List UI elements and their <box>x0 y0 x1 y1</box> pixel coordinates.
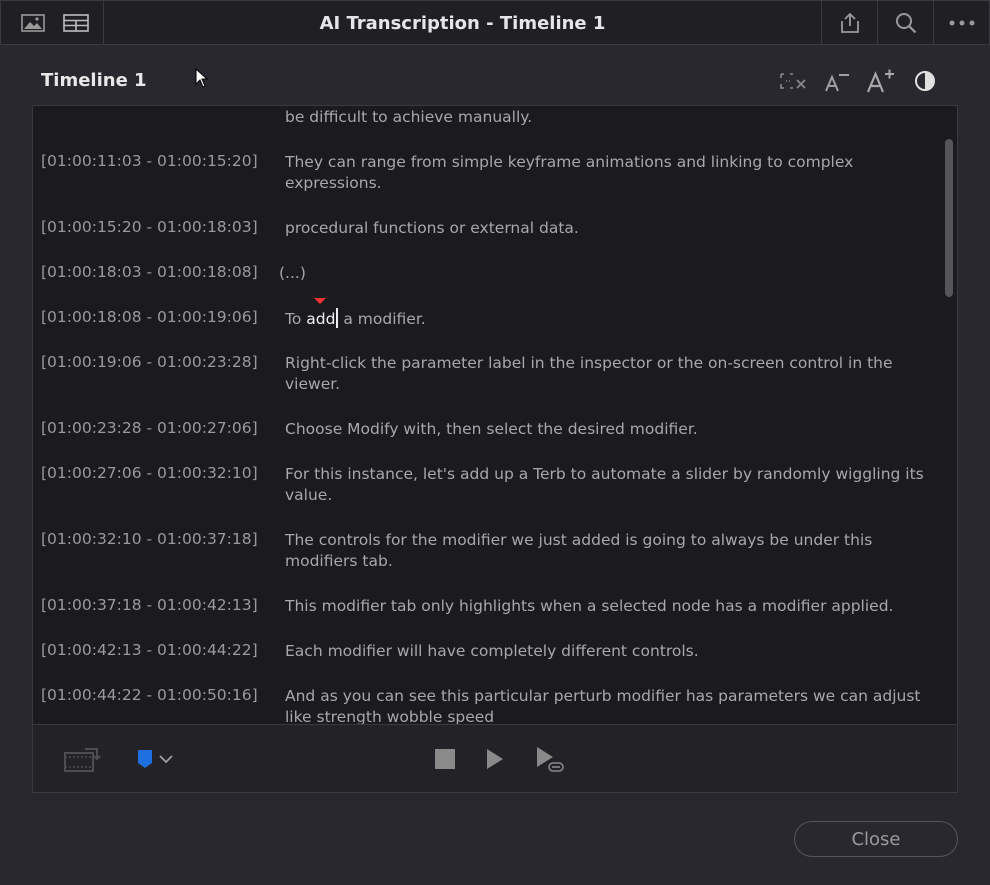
transcript-text[interactable]: (...) <box>279 263 927 284</box>
timecode: [01:00:19:06 - 01:00:23:28] <box>41 353 258 371</box>
playhead-marker-icon <box>314 298 327 304</box>
export-icon[interactable] <box>821 1 877 45</box>
more-options-icon[interactable] <box>933 1 989 45</box>
timecode: [01:00:11:03 - 01:00:15:20] <box>41 152 258 170</box>
stop-icon <box>435 749 455 769</box>
scrollbar-thumb[interactable] <box>945 139 953 297</box>
transcript-tools <box>778 66 940 96</box>
chevron-down-icon <box>159 755 173 764</box>
transcript-text[interactable]: Choose Modify with, then select the desi… <box>285 419 933 440</box>
play-loop-button[interactable] <box>529 725 569 793</box>
stop-button[interactable] <box>429 725 461 793</box>
timecode: [01:00:23:28 - 01:00:27:06] <box>41 419 258 437</box>
close-button[interactable]: Close <box>794 821 958 857</box>
timecode: [01:00:18:03 - 01:00:18:08] <box>41 263 258 281</box>
transcript-text[interactable]: Each modifier will have completely diffe… <box>285 641 933 662</box>
search-icon[interactable] <box>877 1 933 45</box>
timecode: [01:00:32:10 - 01:00:37:18] <box>41 530 258 548</box>
timecode: [01:00:44:22 - 01:00:50:16] <box>41 686 258 704</box>
play-icon <box>487 749 503 769</box>
play-button[interactable] <box>479 725 511 793</box>
layout-view-icon[interactable] <box>55 1 97 45</box>
text-before: To <box>285 310 307 328</box>
image-view-icon[interactable] <box>13 1 53 45</box>
active-word[interactable]: add <box>306 298 336 328</box>
transcript-text[interactable]: Right-click the parameter label in the i… <box>285 353 933 395</box>
timecode: [01:00:27:06 - 01:00:32:10] <box>41 464 258 482</box>
playback-controls <box>32 725 958 793</box>
insert-clip-icon[interactable] <box>59 725 103 793</box>
transcript-text[interactable]: This modifier tab only highlights when a… <box>285 596 933 617</box>
timecode: [01:00:42:13 - 01:00:44:22] <box>41 641 258 659</box>
increase-font-icon[interactable] <box>866 66 896 96</box>
transcript-text[interactable]: procedural functions or external data. <box>285 218 933 239</box>
window-title: AI Transcription - Timeline 1 <box>319 12 606 34</box>
contrast-icon[interactable] <box>910 66 940 96</box>
play-loop-icon <box>537 747 564 772</box>
text-after: a modifier. <box>338 310 426 328</box>
timecode: [01:00:37:18 - 01:00:42:13] <box>41 596 258 614</box>
remove-silence-icon[interactable] <box>778 66 808 96</box>
transcript-text[interactable]: be difficult to achieve manually. <box>285 107 933 128</box>
transcript-text[interactable]: And as you can see this particular pertu… <box>285 686 933 724</box>
timecode: [01:00:15:20 - 01:00:18:03] <box>41 218 258 236</box>
timecode: [01:00:18:08 - 01:00:19:06] <box>41 308 258 326</box>
active-word-text: add <box>306 310 336 328</box>
title-bar: AI Transcription - Timeline 1 <box>0 0 990 45</box>
timeline-title: Timeline 1 <box>41 70 147 91</box>
transcript-text[interactable]: The controls for the modifier we just ad… <box>285 530 933 572</box>
decrease-font-icon[interactable] <box>822 66 852 96</box>
transcript-text[interactable]: They can range from simple keyframe anim… <box>285 152 933 194</box>
marker-color-dropdown[interactable] <box>131 725 179 793</box>
view-toggle-group <box>1 1 104 45</box>
mouse-cursor-icon <box>195 67 209 92</box>
transcript-panel[interactable]: be difficult to achieve manually. [01:00… <box>32 105 958 725</box>
transcript-text[interactable]: To add a modifier. <box>285 298 933 330</box>
title-actions <box>821 1 989 45</box>
transcript-text[interactable]: For this instance, let's add up a Terb t… <box>285 464 933 506</box>
